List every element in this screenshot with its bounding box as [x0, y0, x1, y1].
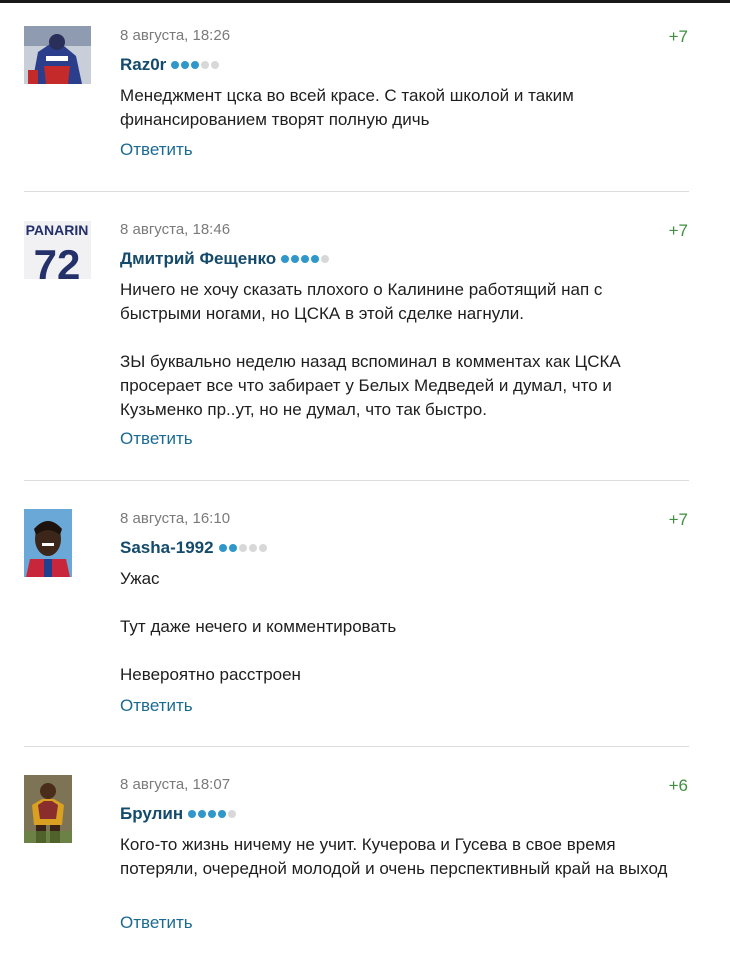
level-dot	[228, 544, 237, 552]
author-name[interactable]: Sasha-1992	[120, 538, 214, 558]
level-dot	[208, 810, 217, 818]
reply-button[interactable]: Ответить	[120, 696, 193, 716]
comment-paragraph: ЗЫ буквально неделю назад вспоминал в ко…	[120, 352, 621, 419]
comment-date: 8 августа, 18:46	[120, 221, 231, 238]
comment-text: Менеджмент цска во всей красе. С такой ш…	[120, 84, 680, 132]
level-dot	[281, 255, 290, 263]
author-row: Дмитрий Фещенко	[120, 249, 330, 269]
user-level-indicator	[171, 61, 220, 69]
comment-date: 8 августа, 18:07	[120, 776, 231, 793]
level-dot	[291, 255, 300, 263]
user-level-indicator	[218, 544, 267, 552]
avatar[interactable]: PANARIN 72	[24, 221, 91, 279]
comment-date: 8 августа, 18:26	[120, 27, 231, 44]
reply-button[interactable]: Ответить	[120, 140, 193, 160]
person-photo-icon	[24, 509, 72, 577]
top-border	[0, 0, 730, 3]
author-name[interactable]: Дмитрий Фещенко	[120, 249, 276, 269]
comment-date: 8 августа, 16:10	[120, 510, 231, 527]
level-dot	[198, 810, 207, 818]
avatar[interactable]	[24, 775, 72, 843]
hockey-player-photo-icon	[24, 26, 91, 84]
author-row: Брулин	[120, 804, 237, 824]
comment-text: Ничего не хочу сказать плохого о Калинин…	[120, 278, 680, 422]
reply-button[interactable]: Ответить	[120, 913, 193, 933]
avatar[interactable]	[24, 26, 91, 84]
jersey-name: PANARIN	[26, 222, 89, 238]
comment-rating[interactable]: +7	[669, 221, 688, 241]
level-dot	[181, 61, 190, 69]
level-dot	[211, 61, 220, 69]
comment-divider	[24, 746, 689, 747]
comment-paragraph: Ничего не хочу сказать плохого о Калинин…	[120, 280, 603, 323]
level-dot	[321, 255, 330, 263]
comment-divider	[24, 191, 689, 192]
level-dot	[218, 810, 227, 818]
avatar[interactable]	[24, 509, 72, 577]
level-dot	[228, 810, 237, 818]
jersey-photo-icon: PANARIN 72	[24, 221, 91, 279]
comment-rating[interactable]: +6	[669, 776, 688, 796]
comment-paragraph: Невероятно расстроен	[120, 665, 301, 684]
level-dot	[188, 810, 197, 818]
jersey-number: 72	[34, 241, 81, 279]
level-dot	[248, 544, 257, 552]
level-dot	[201, 61, 210, 69]
level-dot	[218, 544, 227, 552]
comment-rating[interactable]: +7	[669, 510, 688, 530]
user-level-indicator	[188, 810, 237, 818]
author-name[interactable]: Raz0r	[120, 55, 166, 75]
level-dot	[171, 61, 180, 69]
author-name[interactable]: Брулин	[120, 804, 183, 824]
level-dot	[311, 255, 320, 263]
reply-button[interactable]: Ответить	[120, 429, 193, 449]
comment-paragraph: Тут даже нечего и комментировать	[120, 617, 397, 636]
level-dot	[191, 61, 200, 69]
comment-paragraph: Ужас	[120, 569, 160, 588]
author-row: Raz0r	[120, 55, 220, 75]
comment-text: Кого-то жизнь ничему не учит. Кучерова и…	[120, 833, 680, 881]
football-player-photo-icon	[24, 775, 72, 843]
author-row: Sasha-1992	[120, 538, 267, 558]
comment-rating[interactable]: +7	[669, 27, 688, 47]
level-dot	[258, 544, 267, 552]
comment-paragraph: Менеджмент цска во всей красе. С такой ш…	[120, 86, 574, 129]
comment-divider	[24, 480, 689, 481]
level-dot	[238, 544, 247, 552]
user-level-indicator	[281, 255, 330, 263]
level-dot	[301, 255, 310, 263]
comment-paragraph: Кого-то жизнь ничему не учит. Кучерова и…	[120, 835, 668, 878]
comment-text: Ужас Тут даже нечего и комментировать Не…	[120, 567, 680, 687]
